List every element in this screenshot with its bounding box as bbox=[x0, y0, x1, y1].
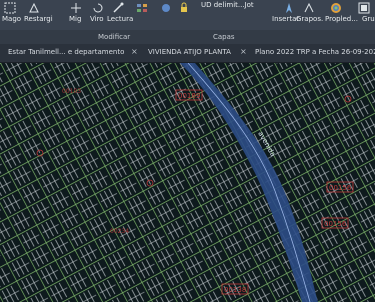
propiedades-button[interactable]: Propled... bbox=[325, 15, 358, 23]
lot-label: 00234 bbox=[110, 228, 129, 235]
viro-icon[interactable] bbox=[92, 2, 104, 14]
tab-estar-departamento[interactable]: Estar Tanilmell... e departamento bbox=[8, 48, 124, 56]
lot-label: 00156 bbox=[324, 220, 347, 228]
city-plan-drawing[interactable]: avenida 00189 00156 00156 00138 00103 00… bbox=[0, 63, 375, 302]
ribbon-panel-titles: Modificar Capas bbox=[0, 30, 375, 44]
restargi-button[interactable]: Restargi bbox=[24, 15, 53, 23]
mago-icon[interactable] bbox=[4, 2, 16, 14]
layer-lock-icon[interactable] bbox=[178, 2, 190, 14]
lectura-icon[interactable] bbox=[112, 2, 124, 14]
tab-close-icon[interactable]: × bbox=[240, 47, 247, 56]
grupo-icon[interactable] bbox=[358, 2, 370, 14]
lot-label: 00138 bbox=[224, 286, 246, 294]
grupo-button[interactable]: Grui bbox=[362, 15, 375, 23]
propiedades-icon[interactable] bbox=[330, 2, 342, 14]
document-tabs: Estar Tanilmell... e departamento × VIVI… bbox=[0, 44, 375, 63]
grupos-button[interactable]: Grapos. bbox=[296, 15, 323, 23]
mig-button[interactable]: Mig bbox=[69, 15, 81, 23]
lot-label: 00156 bbox=[329, 184, 352, 192]
ribbon-toolbar: Mago Restargi Mig Viro Lectura UD delimi… bbox=[0, 0, 375, 45]
tab-plano-2022[interactable]: Plano 2022 TRP a Fecha 26-09-2022. bbox=[255, 48, 375, 56]
drawing-canvas[interactable]: avenida 00189 00156 00156 00138 00103 00… bbox=[0, 63, 375, 302]
viro-button[interactable]: Viro bbox=[90, 15, 104, 23]
layer-tools-icon[interactable] bbox=[136, 2, 148, 14]
lectura-button[interactable]: Lectura bbox=[107, 15, 133, 23]
panel-title-modificar[interactable]: Modificar bbox=[98, 33, 130, 41]
panel-title-capas[interactable]: Capas bbox=[213, 33, 235, 41]
insertar-icon[interactable] bbox=[283, 2, 295, 14]
restargi-icon[interactable] bbox=[28, 2, 40, 14]
lot-label: 00103 bbox=[62, 88, 81, 95]
lot-label: 00189 bbox=[178, 92, 200, 100]
layer-dropdown[interactable]: UD delimit...Jot bbox=[201, 1, 254, 9]
mig-icon[interactable] bbox=[70, 2, 82, 14]
tab-vivienda-planta[interactable]: VIVIENDA ATIJO PLANTA bbox=[148, 48, 231, 56]
tab-close-icon[interactable]: × bbox=[131, 47, 138, 56]
layer-state-icon[interactable] bbox=[160, 2, 172, 14]
grupos-icon[interactable] bbox=[303, 2, 315, 14]
mago-button[interactable]: Mago bbox=[2, 15, 21, 23]
